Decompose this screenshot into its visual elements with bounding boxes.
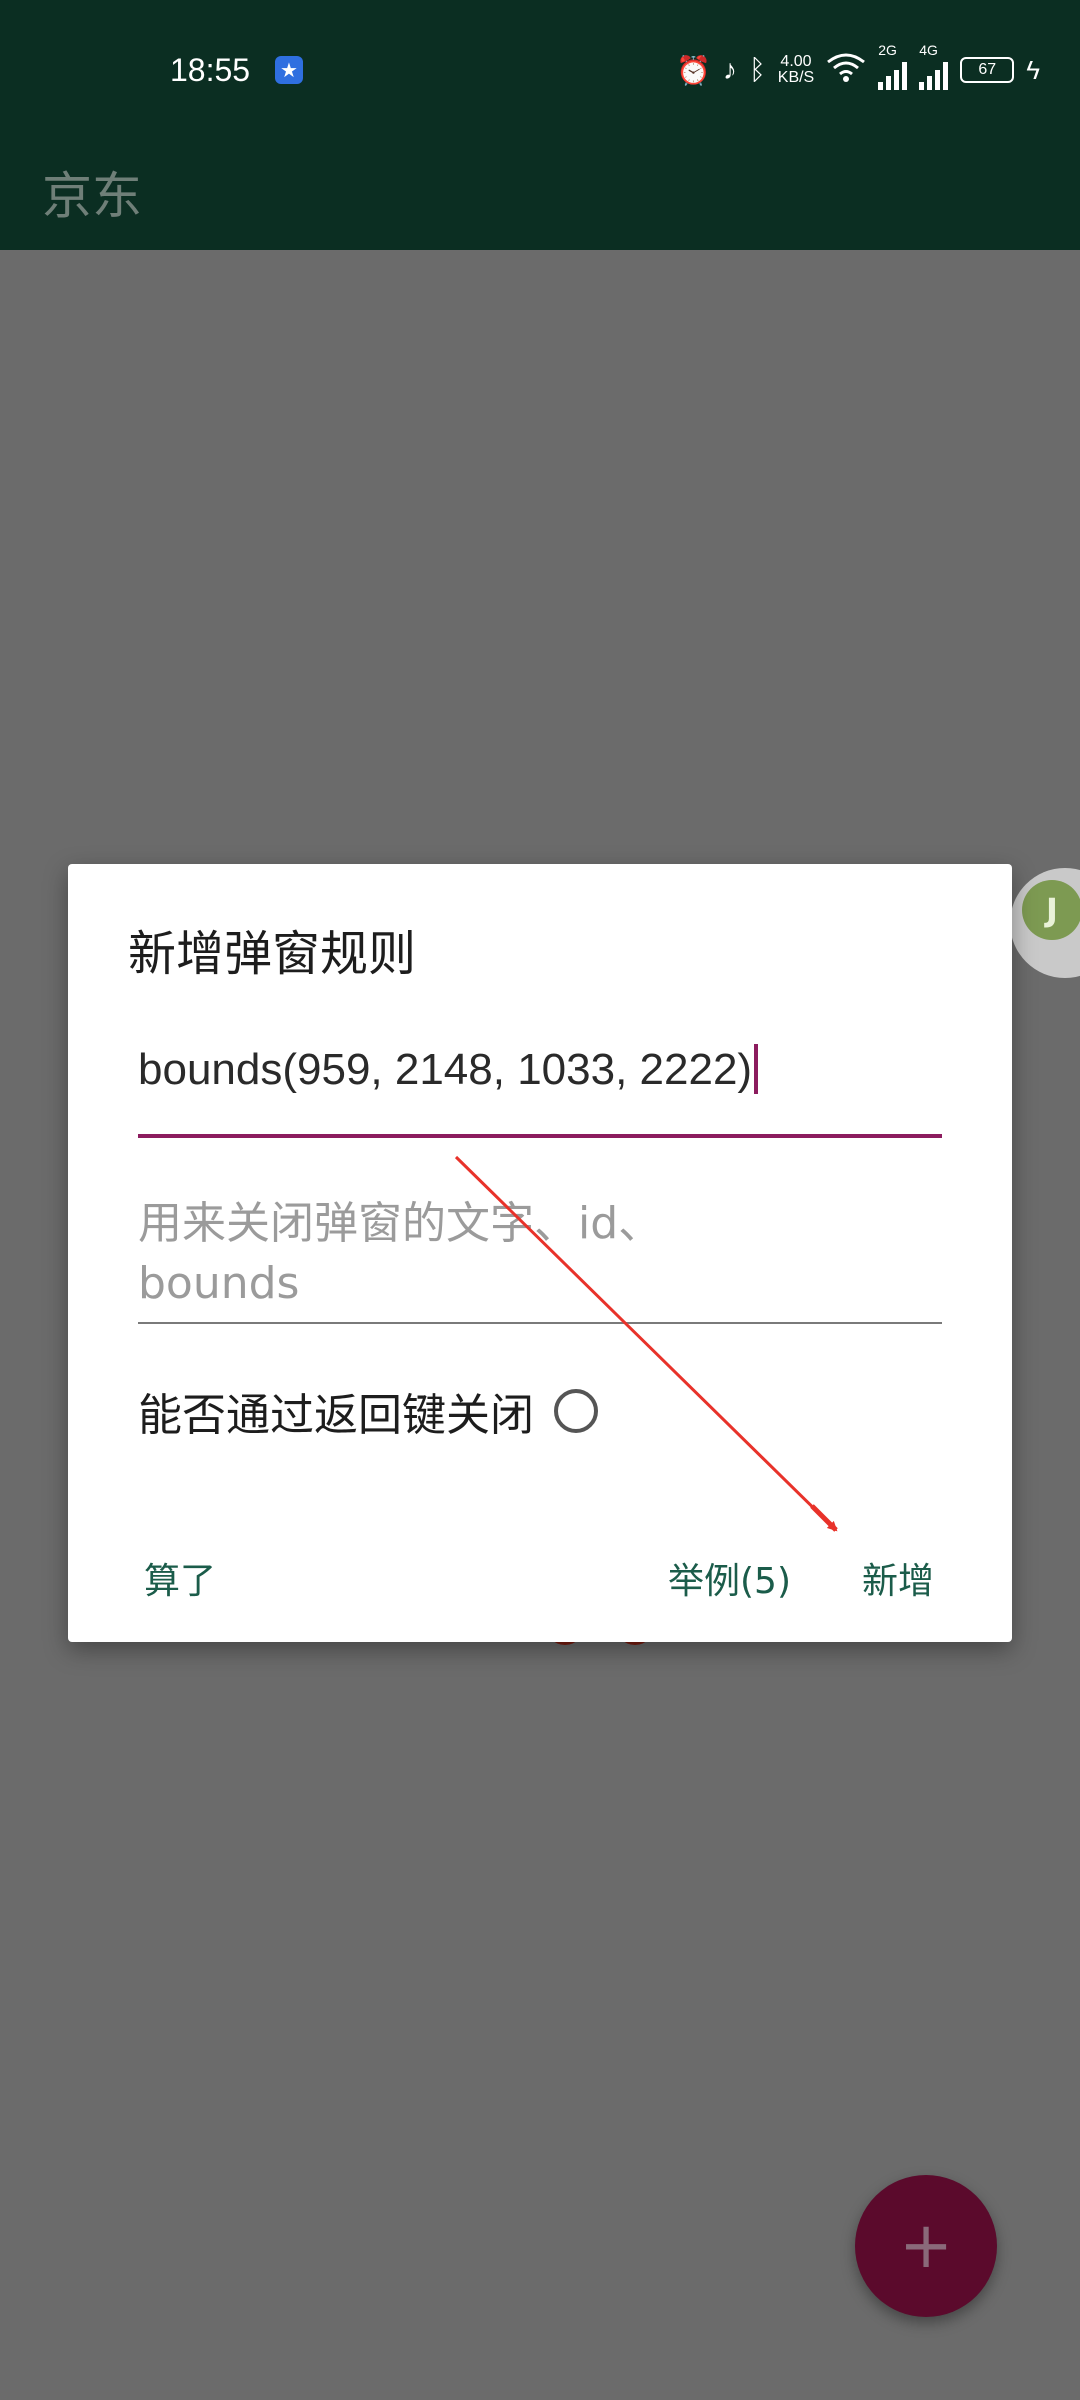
back-key-close-label: 能否通过返回键关闭 <box>138 1390 534 1441</box>
charging-icon: ϟ <box>1026 54 1040 85</box>
close-text-placeholder: 用来关闭弹窗的文字、id、bounds <box>138 1198 663 1309</box>
example-button[interactable]: 举例(5) <box>668 1552 791 1604</box>
plus-icon: + <box>899 2209 953 2283</box>
signal-sim1-icon: 2G <box>878 42 908 90</box>
notification-app-icon: ★ <box>275 56 303 84</box>
app-title: 京东 <box>42 167 142 225</box>
back-key-close-row[interactable]: 能否通过返回键关闭 <box>138 1379 598 1443</box>
add-button[interactable]: 新增 <box>862 1552 934 1604</box>
bluetooth-icon: ᛒ <box>748 54 766 85</box>
network-speed: 4.00 KB/S <box>777 53 815 86</box>
rule-input[interactable]: bounds(959, 2148, 1033, 2222) <box>138 1044 942 1138</box>
add-popup-rule-dialog: 新增弹窗规则 bounds(959, 2148, 1033, 2222) 用来关… <box>68 864 1012 1642</box>
status-time: 18:55 <box>170 52 251 88</box>
wifi-icon <box>826 52 866 89</box>
close-text-input[interactable]: 用来关闭弹窗的文字、id、bounds <box>138 1194 942 1324</box>
android-icon: J <box>1022 880 1080 940</box>
text-caret <box>754 1044 759 1094</box>
status-icons: ⏰ ♪ ᛒ 4.00 KB/S 2G 4G 67 ϟ <box>676 42 1040 90</box>
add-fab-button[interactable]: + <box>855 2175 997 2317</box>
app-bar: 京东 <box>0 140 1080 250</box>
music-muted-icon: ♪ <box>722 54 737 85</box>
rule-input-value: bounds(959, 2148, 1033, 2222) <box>138 1045 753 1094</box>
back-key-close-radio[interactable] <box>554 1389 598 1433</box>
status-bar: 18:55 ★ ⏰ ♪ ᛒ 4.00 KB/S 2G 4G 67 ϟ <box>0 0 1080 140</box>
alarm-icon: ⏰ <box>676 54 711 86</box>
dialog-title: 新增弹窗规则 <box>128 926 417 982</box>
cancel-button[interactable]: 算了 <box>144 1552 216 1604</box>
battery-icon: 67 <box>960 57 1015 83</box>
signal-sim2-icon: 4G <box>919 42 949 90</box>
